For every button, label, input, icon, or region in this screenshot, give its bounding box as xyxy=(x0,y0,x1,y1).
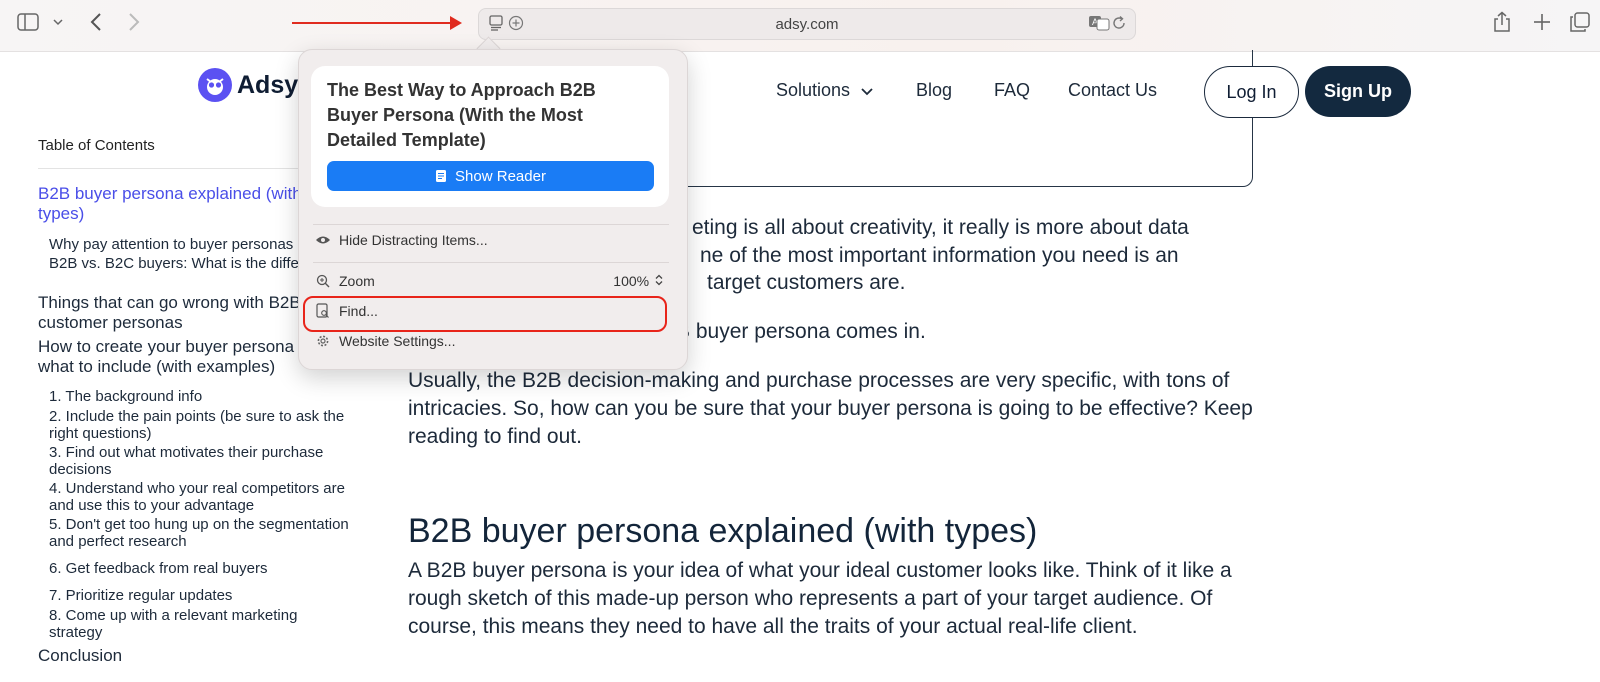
signup-button[interactable]: Sign Up xyxy=(1305,66,1411,117)
gear-icon xyxy=(313,334,333,348)
tabs-icon[interactable] xyxy=(1568,10,1592,34)
nav-solutions-label: Solutions xyxy=(776,80,851,100)
toc-title: Table of Contents xyxy=(38,137,155,154)
zoom-stepper[interactable]: 100% xyxy=(613,273,663,289)
article-paragraph-line: B buyer persona comes in. xyxy=(676,320,926,343)
toc-item[interactable]: 5. Don't get too hung up on the segmenta… xyxy=(49,516,349,550)
find-label: Find... xyxy=(339,303,378,319)
toc-item[interactable]: B2B buyer persona explained (with types) xyxy=(38,184,338,224)
forward-icon[interactable] xyxy=(122,10,146,34)
magnifier-icon xyxy=(313,274,333,288)
page-menu-popover: The Best Way to Approach B2B Buyer Perso… xyxy=(298,49,688,370)
toc-item[interactable]: Things that can go wrong with B2B custom… xyxy=(38,293,338,333)
reader-card: The Best Way to Approach B2B Buyer Perso… xyxy=(311,66,669,207)
document-icon xyxy=(436,170,447,182)
eye-icon xyxy=(313,234,333,246)
nav-faq[interactable]: FAQ xyxy=(994,80,1030,101)
article-paragraph-line: ne of the most important information you… xyxy=(700,244,1179,267)
find-icon xyxy=(313,303,333,319)
zoom-item[interactable]: Zoom 100% xyxy=(313,269,669,293)
reload-icon[interactable] xyxy=(1107,11,1131,35)
article-paragraph-line: target customers are. xyxy=(707,271,906,294)
address-bar[interactable]: adsy.com A xyxy=(478,8,1136,40)
toc-item[interactable]: Conclusion xyxy=(38,646,338,666)
hide-distracting-item[interactable]: Hide Distracting Items... xyxy=(313,228,669,252)
toc-divider xyxy=(38,168,298,169)
website-settings-label: Website Settings... xyxy=(339,333,456,349)
logo-owl-icon xyxy=(198,68,232,102)
article-paragraph-line: eting is all about creativity, it really… xyxy=(692,216,1189,239)
website-settings-item[interactable]: Website Settings... xyxy=(313,329,669,353)
chevron-down-icon xyxy=(861,88,873,96)
zoom-label: Zoom xyxy=(339,273,375,289)
toc-item[interactable]: 7. Prioritize regular updates xyxy=(49,587,349,604)
show-reader-label: Show Reader xyxy=(455,167,546,185)
stepper-icon xyxy=(655,274,663,286)
site-logo[interactable]: Adsy xyxy=(198,68,298,102)
toc-item[interactable]: 8. Come up with a relevant marketing str… xyxy=(49,607,349,641)
login-button[interactable]: Log In xyxy=(1204,66,1299,118)
logo-text: Adsy xyxy=(237,70,299,99)
find-item[interactable]: Find... xyxy=(313,299,669,323)
toc-item[interactable]: 2. Include the pain points (be sure to a… xyxy=(49,408,349,442)
toc-item[interactable]: 3. Find out what motivates their purchas… xyxy=(49,444,349,478)
annotation-arrow xyxy=(292,16,462,30)
toc-item[interactable]: 1. The background info xyxy=(49,388,349,405)
article-heading: B2B buyer persona explained (with types) xyxy=(408,512,1038,550)
reader-title: The Best Way to Approach B2B Buyer Perso… xyxy=(327,80,596,150)
article-paragraph: Usually, the B2B decision-making and pur… xyxy=(408,369,1253,448)
content-box xyxy=(682,50,1253,187)
share-icon[interactable] xyxy=(1490,10,1514,34)
browser-toolbar: adsy.com A xyxy=(0,0,1600,52)
toc-item[interactable]: How to create your buyer persona and wha… xyxy=(38,337,338,377)
zoom-value: 100% xyxy=(613,273,650,289)
hide-distracting-label: Hide Distracting Items... xyxy=(339,232,488,248)
toc-item[interactable]: 4. Understand who your real competitors … xyxy=(49,480,349,514)
chevron-down-icon[interactable] xyxy=(46,10,70,34)
nav-solutions[interactable]: Solutions xyxy=(776,80,873,101)
menu-divider xyxy=(313,224,669,225)
show-reader-button[interactable]: Show Reader xyxy=(327,161,654,191)
url-text[interactable]: adsy.com xyxy=(479,16,1135,33)
menu-divider xyxy=(313,262,669,263)
new-tab-icon[interactable] xyxy=(1530,10,1554,34)
nav-blog[interactable]: Blog xyxy=(916,80,952,101)
article-paragraph: A B2B buyer persona is your idea of what… xyxy=(408,559,1232,638)
back-icon[interactable] xyxy=(84,10,108,34)
toc-item[interactable]: 6. Get feedback from real buyers xyxy=(49,560,349,577)
sidebar-icon[interactable] xyxy=(16,10,40,34)
nav-contact[interactable]: Contact Us xyxy=(1068,80,1157,101)
